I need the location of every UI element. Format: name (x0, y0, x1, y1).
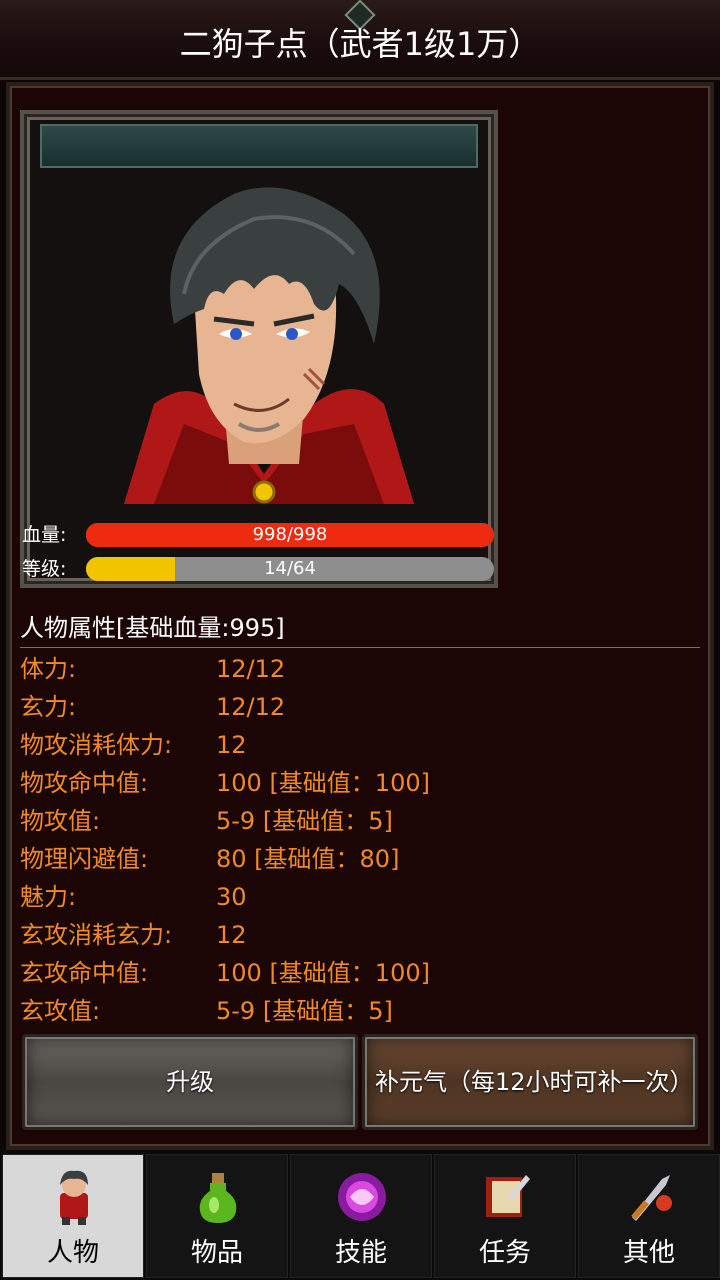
stat-row: 玄攻值: 5-9 [基础值：5] (20, 992, 700, 1030)
stat-row: 玄力: 12/12 (20, 688, 700, 726)
stat-row: 玄攻命中值: 100 [基础值：100] (20, 954, 700, 992)
stat-name: 玄攻值: (20, 997, 101, 1025)
title-bar: 二狗子点（武者1级1万） (0, 0, 720, 80)
nav-label: 任务 (478, 1238, 531, 1268)
stat-name: 玄攻命中值: (20, 959, 149, 987)
quest-book-icon (486, 1175, 530, 1217)
stat-value: 30 (216, 883, 247, 911)
level-label: 等级: (22, 558, 67, 580)
stat-row: 物理闪避值: 80 [基础值：80] (20, 840, 700, 878)
stat-name: 体力: (20, 655, 77, 683)
upgrade-button[interactable]: 升级 (22, 1034, 358, 1130)
level-value: 14/64 (264, 558, 316, 579)
hp-bar: 998/998 (86, 523, 494, 547)
portrait-frame (20, 110, 498, 588)
stat-row: 玄攻消耗玄力: 12 (20, 916, 700, 954)
nav-tab-character[interactable]: 人物 (2, 1154, 144, 1278)
stat-name: 物攻消耗体力: (20, 731, 173, 759)
upgrade-button-label: 升级 (166, 1068, 214, 1096)
page-title: 二狗子点（武者1级1万） (179, 25, 541, 63)
skill-orb-icon (338, 1173, 386, 1221)
stat-name: 玄攻消耗玄力: (20, 921, 173, 949)
sword-icon (631, 1175, 672, 1221)
stat-value: 5-9 [基础值：5] (216, 807, 393, 835)
stat-name: 物攻命中值: (20, 769, 149, 797)
level-bar: 14/64 (86, 557, 494, 581)
stat-value: 100 [基础值：100] (216, 769, 430, 797)
stat-row: 体力: 12/12 (20, 650, 700, 688)
character-portrait (124, 187, 414, 504)
stat-value: 5-9 [基础值：5] (216, 997, 393, 1025)
stat-row: 物攻消耗体力: 12 (20, 726, 700, 764)
stat-value: 12/12 (216, 693, 286, 721)
bottom-nav: 人物 物品 技能 任务 其他 (0, 1150, 720, 1280)
nav-label: 物品 (190, 1238, 243, 1268)
stat-name: 魅力: (20, 883, 77, 911)
stat-name: 玄力: (20, 693, 77, 721)
nav-label: 技能 (334, 1238, 387, 1268)
stat-value: 12 (216, 921, 247, 949)
stats-header: 人物属性[基础血量:995] (20, 612, 700, 648)
stat-row: 物攻命中值: 100 [基础值：100] (20, 764, 700, 802)
nav-tab-quests[interactable]: 任务 (434, 1154, 576, 1278)
nav-tab-items[interactable]: 物品 (146, 1154, 288, 1278)
character-icon (60, 1170, 88, 1225)
stat-row: 物攻值: 5-9 [基础值：5] (20, 802, 700, 840)
stat-name: 物理闪避值: (20, 845, 149, 873)
potion-icon (199, 1173, 237, 1223)
stat-name: 物攻值: (20, 807, 101, 835)
nav-label: 人物 (46, 1238, 99, 1268)
stat-value: 100 [基础值：100] (216, 959, 430, 987)
nav-label: 其他 (622, 1238, 675, 1268)
stat-value: 80 [基础值：80] (216, 845, 400, 873)
hp-label: 血量: (22, 524, 67, 546)
hp-value: 998/998 (252, 524, 328, 545)
portrait-header (40, 124, 478, 168)
nav-tab-skills[interactable]: 技能 (290, 1154, 432, 1278)
stat-row: 魅力: 30 (20, 878, 700, 916)
restore-energy-button[interactable]: 补元气（每12小时可补一次） (362, 1034, 698, 1130)
nav-tab-other[interactable]: 其他 (578, 1154, 720, 1278)
stat-value: 12/12 (216, 655, 286, 683)
stat-value: 12 (216, 731, 247, 759)
restore-energy-button-label: 补元气（每12小时可补一次） (375, 1068, 694, 1096)
